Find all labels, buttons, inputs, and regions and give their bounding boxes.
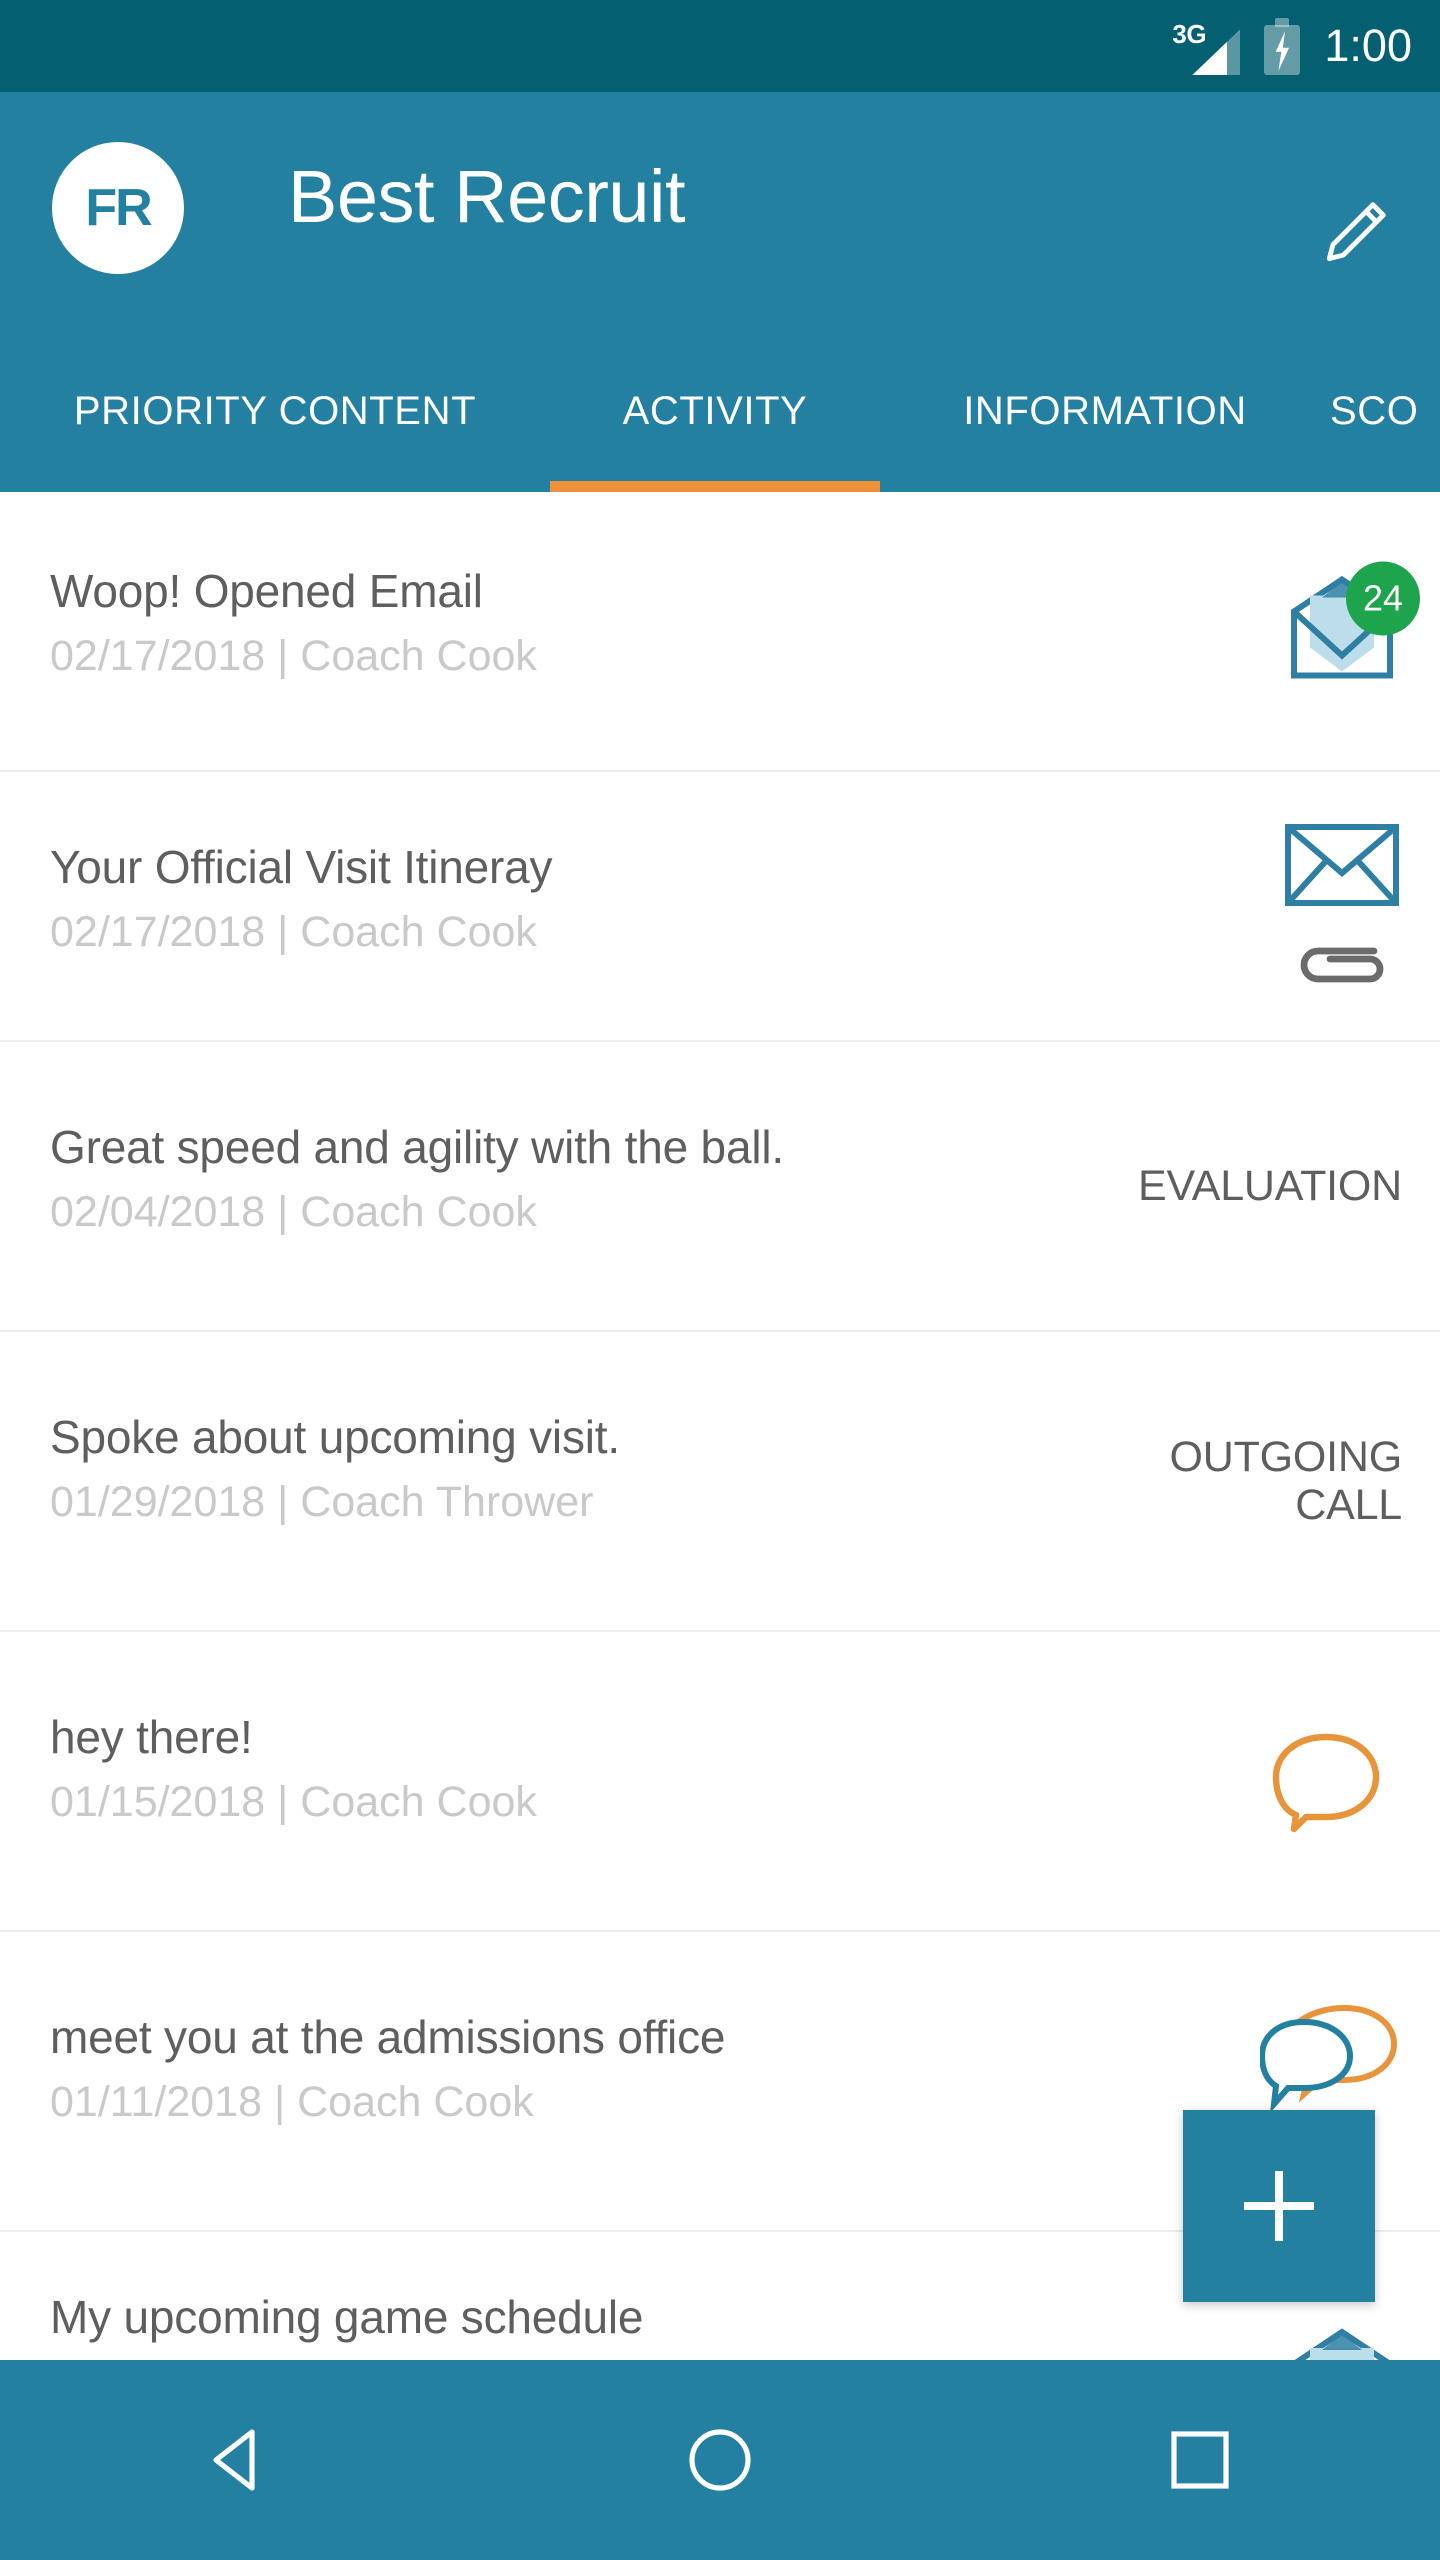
- list-item-date: 02/17/2018: [50, 908, 266, 956]
- list-item-coach: Coach Cook: [300, 908, 537, 956]
- list-item-separator: |: [277, 1778, 289, 1826]
- list-item-text: Great speed and agility with the ball. 0…: [50, 1120, 784, 1237]
- page-title: Best Recruit: [288, 155, 686, 238]
- list-item-separator: |: [277, 1478, 289, 1526]
- tab-label: INFORMATION: [963, 388, 1247, 433]
- list-item-subtitle: 01/29/2018 | Coach Thrower: [50, 1478, 620, 1527]
- list-item-subtitle: 01/11/2018 | Coach Cook: [50, 2078, 725, 2127]
- activity-type-label: OUTGOING CALL: [1169, 1432, 1402, 1529]
- list-item-icons: [1282, 2328, 1402, 2360]
- home-circle-icon: [689, 2429, 751, 2491]
- paperclip-icon: [1300, 947, 1384, 983]
- list-item-icons: 24: [1282, 561, 1420, 687]
- add-activity-fab[interactable]: [1183, 2110, 1375, 2302]
- list-item[interactable]: Spoke about upcoming visit. 01/29/2018 |…: [0, 1332, 1440, 1632]
- list-item-icons: OUTGOING CALL: [1169, 1433, 1402, 1529]
- app-screen: 3G 1:00 FR Best Recruit PRIORITY CONTENT…: [0, 0, 1440, 2560]
- closed-envelope-icon: [1285, 824, 1399, 906]
- unread-count-badge: 24: [1346, 561, 1420, 636]
- double-speech-bubble-icon: [1260, 2005, 1398, 2113]
- list-item[interactable]: Great speed and agility with the ball. 0…: [0, 1042, 1440, 1332]
- list-item-text: hey there! 01/15/2018 | Coach Cook: [50, 1710, 537, 1827]
- list-item-separator: |: [277, 908, 289, 956]
- list-item-coach: Coach Thrower: [300, 1478, 594, 1526]
- list-item-subtitle: 02/17/2018 | Coach Cook: [50, 632, 537, 681]
- list-item-coach: Coach Cook: [300, 1188, 537, 1236]
- list-item-title: meet you at the admissions office: [50, 2011, 726, 2063]
- list-item-icons: [1282, 821, 1402, 991]
- speech-bubble-icon: [1272, 1733, 1380, 1833]
- list-item-title: Your Official Visit Itineray: [50, 841, 553, 893]
- app-bar: FR Best Recruit: [0, 92, 1440, 330]
- status-bar-clock: 1:00: [1324, 20, 1412, 71]
- list-item-icons: [1270, 1729, 1382, 1833]
- list-item-subtitle: 02/17/2018 | Coach Cook: [50, 908, 552, 957]
- list-item-coach: Coach Cook: [300, 1778, 537, 1826]
- android-nav-bar: [0, 2360, 1440, 2560]
- activity-list[interactable]: Woop! Opened Email 02/17/2018 | Coach Co…: [0, 492, 1440, 2360]
- list-item-text: meet you at the admissions office 01/11/…: [50, 2010, 725, 2127]
- tab-label: SCO: [1330, 388, 1419, 433]
- list-item-title: My upcoming game schedule: [50, 2291, 644, 2343]
- list-item-date: 01/15/2018: [50, 1778, 266, 1826]
- list-item-separator: |: [273, 2078, 286, 2126]
- list-item-icons: EVALUATION: [1138, 1162, 1402, 1210]
- open-envelope-icon: 24: [1282, 561, 1420, 687]
- nav-recents-button[interactable]: [1110, 2360, 1290, 2560]
- list-item-date: 02/17/2018: [50, 632, 266, 680]
- plus-icon: [1244, 2171, 1314, 2241]
- list-item-date: 01/11/2018: [50, 2078, 263, 2126]
- tab-label: PRIORITY CONTENT: [73, 388, 477, 433]
- list-item-subtitle: 01/15/2018 | Coach Cook: [50, 1778, 537, 1827]
- nav-back-button[interactable]: [150, 2360, 330, 2560]
- list-item-text: Your Official Visit Itineray 02/17/2018 …: [50, 840, 553, 957]
- edit-button[interactable]: [1296, 172, 1416, 292]
- list-item-text: Woop! Opened Email 02/17/2018 | Coach Co…: [50, 564, 537, 681]
- pencil-icon: [1326, 202, 1386, 262]
- nav-home-button[interactable]: [630, 2360, 810, 2560]
- list-item-text: My upcoming game schedule: [50, 2290, 644, 2344]
- list-item[interactable]: Your Official Visit Itineray 02/17/2018 …: [0, 772, 1440, 1042]
- list-item-title: Woop! Opened Email: [50, 565, 483, 617]
- back-triangle-icon: [213, 2429, 255, 2491]
- tab-bar: PRIORITY CONTENT ACTIVITY INFORMATION SC…: [0, 330, 1440, 492]
- tab-priority-content[interactable]: PRIORITY CONTENT: [0, 330, 550, 492]
- tab-activity[interactable]: ACTIVITY: [550, 330, 880, 492]
- list-item-date: 02/04/2018: [50, 1188, 266, 1236]
- battery-charging-icon: [1260, 15, 1304, 77]
- list-item-text: Spoke about upcoming visit. 01/29/2018 |…: [50, 1410, 620, 1527]
- list-item-icons: [1260, 2002, 1400, 2113]
- recents-square-icon: [1171, 2431, 1229, 2489]
- 3g-signal-icon: 3G: [1172, 15, 1241, 77]
- list-item-title: Great speed and agility with the ball.: [50, 1121, 784, 1173]
- tab-scores[interactable]: SCO: [1330, 330, 1440, 492]
- list-item-separator: |: [277, 1188, 289, 1236]
- list-item-coach: Coach Cook: [300, 632, 537, 680]
- logo-label: FR: [85, 179, 152, 237]
- list-item-title: hey there!: [50, 1711, 253, 1763]
- list-item-coach: Coach Cook: [297, 2078, 534, 2126]
- list-item-title: Spoke about upcoming visit.: [50, 1411, 620, 1463]
- list-item-date: 01/29/2018: [50, 1478, 266, 1526]
- status-bar-indicators: 3G 1:00: [1172, 0, 1412, 92]
- status-bar: 3G 1:00: [0, 0, 1440, 92]
- tab-label: ACTIVITY: [622, 388, 808, 433]
- list-item-subtitle: 02/04/2018 | Coach Cook: [50, 1188, 784, 1237]
- activity-type-label: EVALUATION: [1137, 1161, 1402, 1210]
- fr-logo-icon: FR: [52, 142, 184, 274]
- list-item[interactable]: hey there! 01/15/2018 | Coach Cook: [0, 1632, 1440, 1932]
- tab-active-indicator: [550, 481, 880, 492]
- network-type-label: 3G: [1172, 19, 1207, 49]
- list-item-separator: |: [277, 632, 289, 680]
- list-item[interactable]: Woop! Opened Email 02/17/2018 | Coach Co…: [0, 492, 1440, 772]
- open-envelope-icon: [1294, 2328, 1390, 2360]
- tab-information[interactable]: INFORMATION: [880, 330, 1330, 492]
